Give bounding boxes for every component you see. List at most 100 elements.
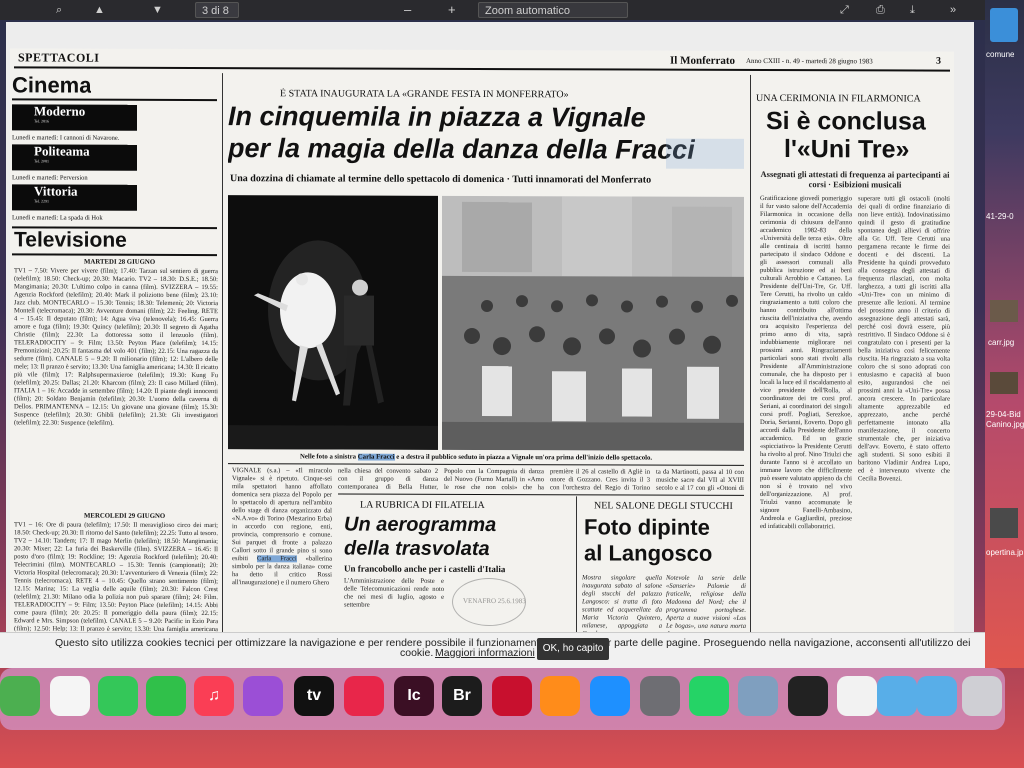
incopy-icon[interactable]: Ic bbox=[394, 676, 434, 716]
cookie-text-end: cookie. bbox=[400, 647, 434, 659]
cinema-note: Lunedì e martedì: Perversion bbox=[12, 174, 88, 182]
desktop-item-label[interactable]: opertina.jp bbox=[986, 548, 1023, 557]
whatsapp-icon[interactable] bbox=[689, 676, 729, 716]
article-column: VIGNALE (s.a.) – «Il miracolo Vignale» s… bbox=[232, 467, 332, 587]
desktop-item-label[interactable]: Canino.jpg bbox=[986, 420, 1024, 429]
filarmonica-subhead: Assegnati gli attestati di frequenza ai … bbox=[760, 168, 950, 190]
photo-carla-fracci bbox=[228, 195, 438, 450]
section-title: SPETTACOLI bbox=[18, 50, 100, 65]
stucchi-headline: al Langosco bbox=[584, 540, 713, 566]
paper-name: Il Monferrato bbox=[670, 54, 736, 67]
filarmonica-headline: l'«Uni Tre» bbox=[784, 135, 910, 164]
stucchi-column: Notevole la serie delle «Sanserie» Palom… bbox=[666, 574, 746, 638]
music-icon[interactable]: ♫ bbox=[194, 676, 234, 716]
photo-caption: Nelle foto a sinistra Carla Fracci e a d… bbox=[300, 453, 653, 462]
tv-listings: TV1 – 16: Ore di paura (telefilm); 17.50… bbox=[14, 521, 218, 633]
cinema-phone: Tel. 2081 bbox=[34, 158, 50, 164]
desktop-item-label[interactable]: 41-29-0 bbox=[986, 212, 1014, 221]
cinema-box-moderno: Moderno Tel. 2816 bbox=[12, 103, 137, 131]
preview-icon[interactable] bbox=[738, 676, 778, 716]
cookie-more-info-link[interactable]: Maggiori informazioni bbox=[435, 647, 535, 659]
zoom-out-button[interactable]: – bbox=[404, 2, 411, 18]
fullscreen-icon[interactable]: ⤢ bbox=[840, 2, 849, 18]
previous-page-icon[interactable]: ▲ bbox=[94, 2, 105, 18]
cinema-heading: Cinema bbox=[12, 72, 92, 98]
stucchi-column: Mostra singolare quella inaugurata sabat… bbox=[582, 574, 662, 637]
postmark-stamp: VENAFRO 25.6.1983 bbox=[452, 577, 526, 627]
filarmonica-column: superare tutti gli ostacoli (molti dei q… bbox=[858, 195, 950, 483]
folder-icon[interactable] bbox=[990, 8, 1018, 42]
page-number: 3 bbox=[936, 55, 941, 67]
cinema-box-politeama: Politeama Tel. 2081 bbox=[12, 143, 137, 171]
article-headline: per la magia della danza della Fracci bbox=[228, 133, 695, 165]
desktop-item-label[interactable]: 29-04-Bid bbox=[986, 410, 1021, 419]
photos-icon[interactable] bbox=[50, 676, 90, 716]
maps-icon[interactable] bbox=[0, 676, 40, 716]
next-page-icon[interactable]: ▼ bbox=[152, 2, 163, 18]
zoom-in-button[interactable]: + bbox=[448, 2, 456, 18]
postmark-text: VENAFRO 25.6.1983 bbox=[463, 596, 526, 606]
filarmonica-column: Gratificazione giovedì pomeriggio il fur… bbox=[760, 194, 852, 531]
dock-app-label: tv bbox=[306, 687, 322, 704]
article-kicker: È STATA INAUGURATA LA «GRANDE FESTA IN M… bbox=[280, 88, 569, 101]
downloads-folder-icon[interactable] bbox=[917, 676, 957, 716]
books-icon[interactable] bbox=[540, 676, 580, 716]
download-icon[interactable]: ⤓ bbox=[910, 2, 915, 18]
podcasts-icon[interactable] bbox=[243, 676, 283, 716]
article-column: première il 26 al castello di Agliè in o… bbox=[550, 468, 650, 492]
cinema-name: Politeama bbox=[34, 143, 90, 159]
desktop-item-label[interactable]: carr.jpg bbox=[988, 338, 1014, 347]
filarmonica-kicker: UNA CERIMONIA IN FILARMONICA bbox=[756, 92, 921, 105]
desktop-item-label[interactable]: comune bbox=[986, 50, 1014, 59]
apple-tv-icon[interactable]: tv bbox=[294, 676, 334, 716]
column-rule bbox=[222, 73, 223, 634]
cinema-name: Moderno bbox=[34, 103, 86, 119]
filatelia-subhead: Un francobollo anche per i castelli d'It… bbox=[344, 563, 506, 575]
photo-crowd-piazza bbox=[442, 195, 744, 451]
tv-day-heading: MARTEDI 28 GIUGNO bbox=[84, 258, 156, 266]
trash-icon[interactable] bbox=[962, 676, 1002, 716]
facetime-icon[interactable] bbox=[146, 676, 186, 716]
article-column: Popolo con la Compagnia di danza del Nuo… bbox=[444, 467, 544, 492]
search-highlight: Carla Fracci bbox=[257, 555, 297, 563]
page-number-field[interactable]: 3 di 8 bbox=[195, 2, 239, 18]
image-thumbnail-icon[interactable] bbox=[990, 508, 1018, 538]
cookie-banner: Questo sito utilizza cookies tecnici per… bbox=[0, 632, 985, 668]
document-icon[interactable] bbox=[837, 676, 877, 716]
print-icon[interactable]: ⎙ bbox=[876, 2, 885, 18]
acrobat-icon[interactable] bbox=[492, 676, 532, 716]
pdf-toolbar: ⌕ ▲ ▼ 3 di 8 – + Zoom automatico ⤢ ⎙ ⤓ » bbox=[0, 0, 990, 20]
filatelia-kicker: LA RUBRICA DI FILATELIA bbox=[360, 499, 485, 512]
system-settings-icon[interactable] bbox=[640, 676, 680, 716]
cinema-name: Vittoria bbox=[34, 183, 78, 199]
tv-rule bbox=[12, 253, 217, 257]
tv-listings: TV1 – 7.50: Vivere per vivere (film); 17… bbox=[14, 267, 218, 427]
stucchi-kicker: NEL SALONE DEGLI STUCCHI bbox=[594, 500, 733, 512]
creative-cloud-icon[interactable] bbox=[344, 676, 384, 716]
article-subhead: Una dozzina di chiamate al termine dello… bbox=[230, 173, 652, 186]
bridge-icon[interactable]: Br bbox=[442, 676, 482, 716]
dock-app-label: Br bbox=[453, 687, 471, 704]
image-thumbnail-icon[interactable] bbox=[990, 372, 1018, 394]
screen: ⌕ ▲ ▼ 3 di 8 – + Zoom automatico ⤢ ⎙ ⤓ »… bbox=[0, 0, 1024, 768]
applications-folder-icon[interactable] bbox=[877, 676, 917, 716]
cinema-phone: Tel. 2291 bbox=[34, 198, 50, 204]
section-rule bbox=[338, 493, 744, 496]
filatelia-headline: della trasvolata bbox=[344, 537, 490, 561]
app-store-icon[interactable] bbox=[590, 676, 630, 716]
newspaper-page: SPETTACOLI Il Monferrato Anno CXIII - n.… bbox=[10, 48, 954, 640]
text-highlight bbox=[666, 138, 744, 169]
cookie-accept-button[interactable]: OK, ho capito bbox=[537, 638, 609, 660]
tv-heading: Televisione bbox=[14, 228, 127, 252]
cinema-note: Lunedì e martedì: La spada di Hok bbox=[12, 214, 103, 222]
quicktime-icon[interactable] bbox=[788, 676, 828, 716]
zoom-select[interactable]: Zoom automatico bbox=[478, 2, 628, 18]
cinema-rule bbox=[12, 98, 217, 102]
messages-icon[interactable] bbox=[98, 676, 138, 716]
image-thumbnail-icon[interactable] bbox=[990, 300, 1018, 322]
column-rule bbox=[576, 496, 577, 637]
cinema-phone: Tel. 2816 bbox=[34, 118, 50, 124]
search-icon[interactable]: ⌕ bbox=[56, 2, 62, 18]
more-tools-icon[interactable]: » bbox=[950, 2, 956, 18]
masthead-rule bbox=[14, 66, 950, 72]
